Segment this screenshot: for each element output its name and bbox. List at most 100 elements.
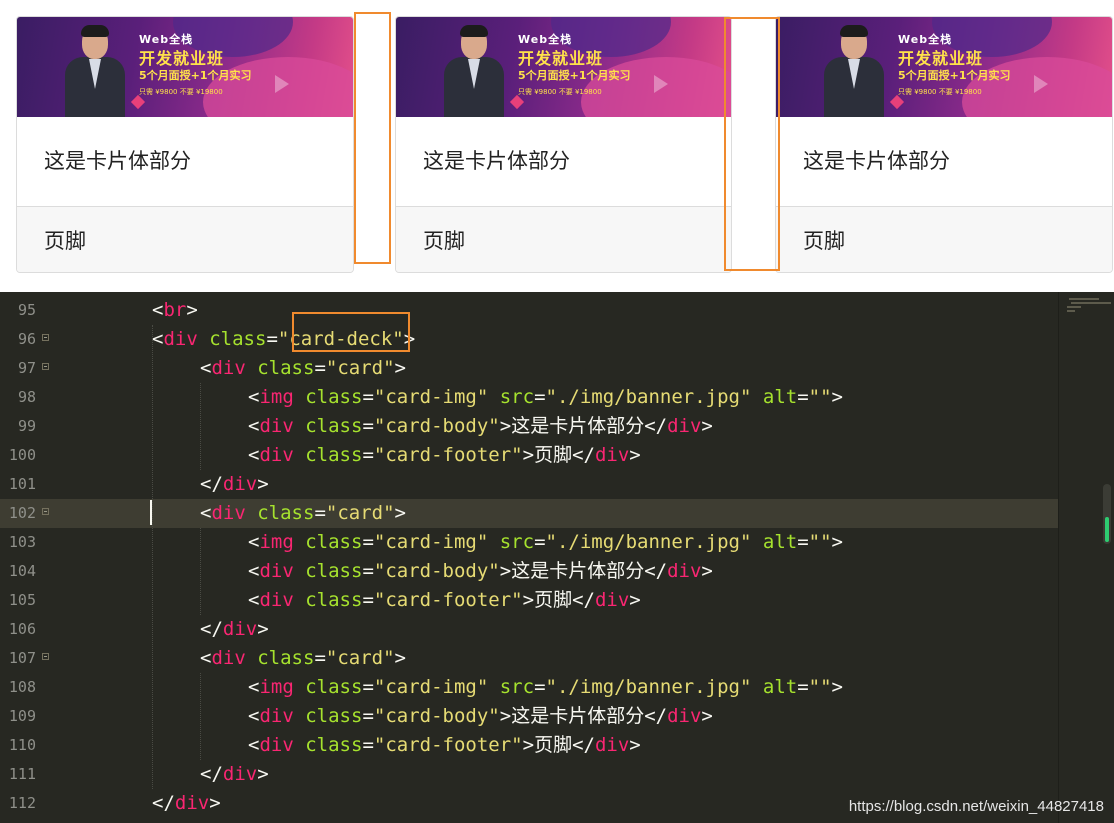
code-line[interactable]: 101 </div>: [0, 470, 1058, 499]
code-attribute: class: [257, 647, 315, 669]
code-punctuation: >: [522, 589, 535, 611]
code-line[interactable]: 109 <div class="card-body">这是卡片体部分</div>: [0, 702, 1058, 731]
code-punctuation: =: [266, 328, 278, 350]
code-attribute: class: [209, 328, 267, 350]
code-punctuation: [198, 328, 209, 350]
code-punctuation: =: [362, 444, 374, 466]
fold-toggle-icon[interactable]: [42, 363, 49, 370]
card-body: 这是卡片体部分: [423, 149, 570, 173]
code-punctuation: >: [629, 734, 641, 756]
code-string: "card": [325, 357, 395, 379]
line-number: 99: [17, 417, 36, 435]
code-punctuation: [294, 705, 305, 727]
code-punctuation: [246, 502, 257, 524]
code-text: </div>: [200, 760, 269, 789]
code-text: </div>: [200, 615, 269, 644]
code-attribute: class: [305, 676, 363, 698]
code-text: <img class="card-img" src="./img/banner.…: [248, 673, 843, 702]
code-editor[interactable]: 95 <br> 96 <div class="card-deck"> 97 <div cl…: [0, 292, 1114, 823]
code-punctuation: >: [701, 560, 713, 582]
code-punctuation: [294, 734, 305, 756]
code-tag-name: div: [259, 444, 294, 466]
code-line[interactable]: 104 <div class="card-body">这是卡片体部分</div>: [0, 557, 1058, 586]
code-text-content: 页脚: [534, 589, 573, 611]
banner-subtitle: 5个月面授+1个月实习: [139, 69, 252, 82]
code-punctuation: [751, 531, 762, 553]
code-string: "card-img": [373, 531, 489, 553]
code-text: <div class="card-footer">页脚</div>: [248, 441, 641, 470]
code-line[interactable]: 106 </div>: [0, 615, 1058, 644]
code-tag-name: div: [667, 705, 702, 727]
line-number: 102: [8, 504, 36, 522]
code-line[interactable]: 96 <div class="card-deck">: [0, 325, 1058, 354]
code-string: "": [808, 676, 832, 698]
code-text-content: 这是卡片体部分: [511, 705, 645, 727]
code-string: "./img/banner.jpg": [545, 531, 752, 553]
code-line[interactable]: 108 <img class="card-img" src="./img/bann…: [0, 673, 1058, 702]
banner-subtitle: 5个月面授+1个月实习: [898, 69, 1011, 82]
code-string: "card-footer": [373, 444, 523, 466]
fold-toggle-icon[interactable]: [42, 334, 49, 341]
code-line[interactable]: 107 <div class="card">: [0, 644, 1058, 673]
code-tag-name: div: [259, 734, 294, 756]
code-punctuation: >: [257, 473, 269, 495]
fold-toggle-icon[interactable]: [42, 653, 49, 660]
code-punctuation: <: [200, 647, 212, 669]
fold-toggle-icon[interactable]: [42, 508, 49, 515]
code-punctuation: <: [248, 560, 260, 582]
code-punctuation: =: [362, 589, 374, 611]
code-punctuation: [294, 386, 305, 408]
code-punctuation: >: [831, 676, 843, 698]
gap-highlight-box: [724, 17, 780, 271]
code-punctuation: >: [209, 792, 221, 814]
indent-guide: [152, 325, 154, 789]
card-banner-image: Web全栈 开发就业班 5个月面授+1个月实习 只需 ¥9800 不要 ¥198…: [396, 17, 731, 117]
code-line[interactable]: 105 <div class="card-footer">页脚</div>: [0, 586, 1058, 615]
code-punctuation: [294, 589, 305, 611]
code-punctuation: <: [248, 734, 260, 756]
code-punctuation: =: [362, 386, 374, 408]
code-line[interactable]: 102 <div class="card">: [0, 499, 1058, 528]
card-body: 这是卡片体部分: [44, 149, 191, 173]
code-tag-name: div: [211, 357, 246, 379]
code-punctuation: </: [572, 589, 595, 611]
indent-guide: [200, 673, 202, 760]
code-line[interactable]: 110 <div class="card-footer">页脚</div>: [0, 731, 1058, 760]
banner-person-photo: [824, 25, 884, 117]
code-punctuation: [294, 676, 305, 698]
code-line[interactable]: 95 <br>: [0, 296, 1058, 325]
scrollbar-thumb[interactable]: [1105, 517, 1109, 542]
code-punctuation: =: [362, 734, 374, 756]
code-string: "card-body": [373, 705, 500, 727]
code-punctuation: >: [831, 531, 843, 553]
code-text: <img class="card-img" src="./img/banner.…: [248, 528, 843, 557]
code-line[interactable]: 111 </div>: [0, 760, 1058, 789]
code-line[interactable]: 98 <img class="card-img" src="./img/banne…: [0, 383, 1058, 412]
code-punctuation: </: [200, 473, 223, 495]
code-text: <div class="card-body">这是卡片体部分</div>: [248, 702, 713, 731]
banner-person-photo: [444, 25, 504, 117]
card-footer: 页脚: [776, 206, 1112, 272]
card-deck-preview: Web全栈 开发就业班 5个月面授+1个月实习 只需 ¥9800 不要 ¥198…: [0, 0, 1114, 292]
code-line[interactable]: 99 <div class="card-body">这是卡片体部分</div>: [0, 412, 1058, 441]
code-line[interactable]: 103 <img class="card-img" src="./img/bann…: [0, 528, 1058, 557]
play-icon: [654, 75, 668, 93]
code-punctuation: >: [629, 444, 641, 466]
code-punctuation: =: [362, 676, 374, 698]
code-line[interactable]: 97 <div class="card">: [0, 354, 1058, 383]
code-punctuation: =: [362, 415, 374, 437]
card-banner-image: Web全栈 开发就业班 5个月面授+1个月实习 只需 ¥9800 不要 ¥198…: [17, 17, 353, 117]
code-punctuation: >: [394, 357, 406, 379]
code-tag-name: div: [222, 618, 258, 640]
code-punctuation: </: [644, 560, 668, 582]
code-line[interactable]: 100 <div class="card-footer">页脚</div>: [0, 441, 1058, 470]
code-tag-name: div: [259, 589, 294, 611]
code-tag-name: img: [259, 386, 294, 408]
code-punctuation: >: [701, 415, 713, 437]
minimap[interactable]: [1058, 292, 1114, 823]
code-punctuation: [294, 415, 305, 437]
code-punctuation: [488, 676, 499, 698]
code-punctuation: </: [572, 734, 595, 756]
code-attribute: src: [499, 676, 535, 698]
code-attribute: alt: [762, 676, 798, 698]
